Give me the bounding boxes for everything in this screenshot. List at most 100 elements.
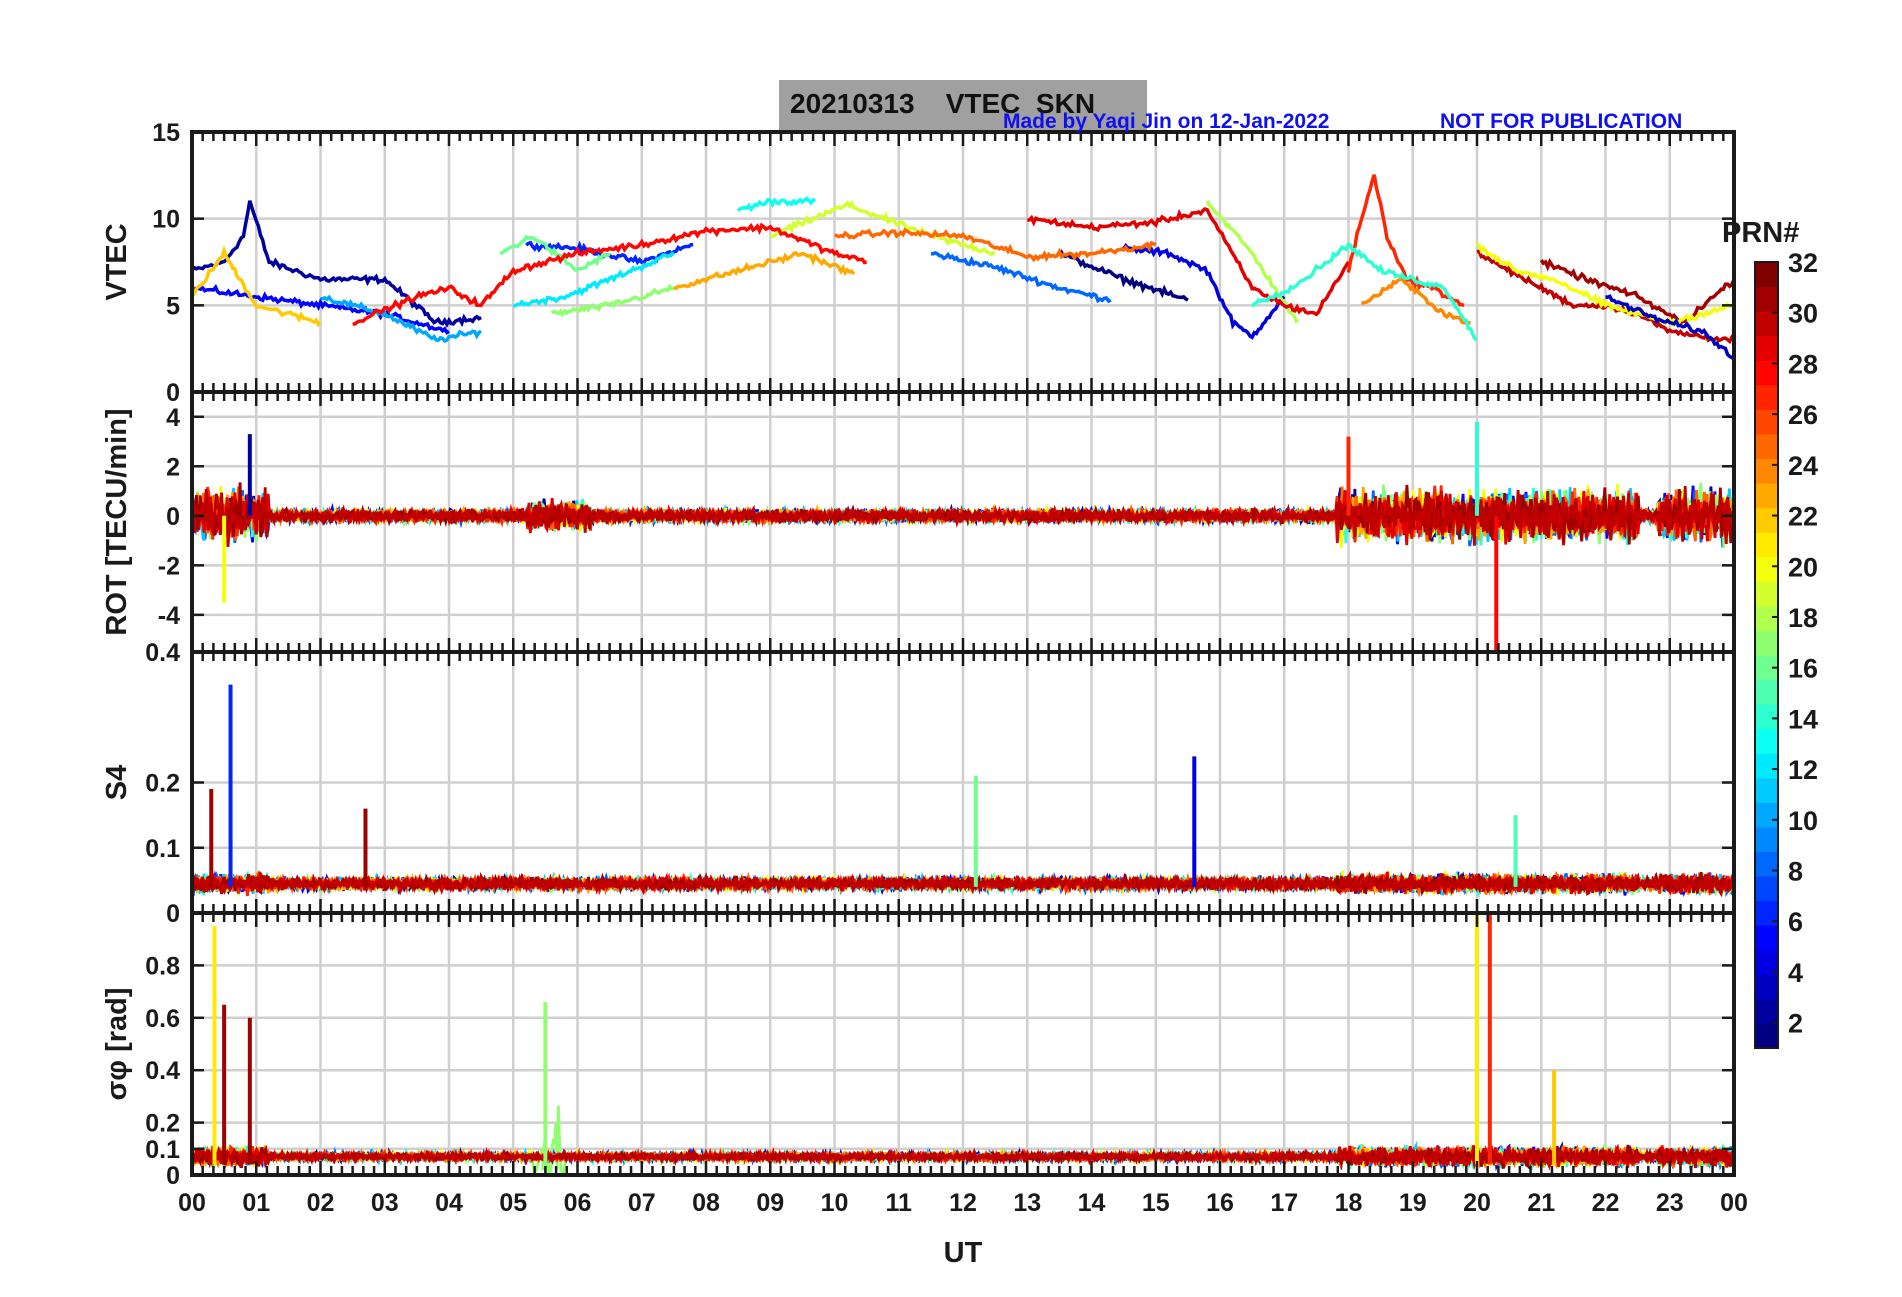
y-axis-label: VTEC [101, 223, 133, 300]
x-tick-label: 02 [307, 1189, 335, 1217]
colorbar-tick-label: 4 [1788, 958, 1803, 988]
y-tick-label: 4 [166, 404, 180, 432]
colorbar-swatch [1755, 974, 1778, 1000]
y-tick-label: 15 [152, 119, 180, 147]
colorbar-swatch [1755, 704, 1778, 730]
colorbar-swatch [1755, 458, 1778, 484]
x-tick-label: 00 [178, 1189, 206, 1217]
colorbar-tick-label: 30 [1788, 299, 1818, 329]
x-tick-label: 10 [821, 1189, 849, 1217]
colorbar-swatch [1755, 483, 1778, 509]
x-tick-label: 22 [1592, 1189, 1620, 1217]
colorbar-swatch [1755, 777, 1778, 803]
plot-canvas: 051015VTEC-4-2024ROT [TECU/min]00.10.20.… [101, 119, 1818, 1269]
y-tick-label: 0.6 [145, 1005, 180, 1033]
x-tick-label: 07 [628, 1189, 656, 1217]
colorbar: 2468101214161820222426283032PRN# [1722, 217, 1818, 1049]
y-tick-label: -2 [158, 552, 180, 580]
x-tick-label: 20 [1463, 1189, 1491, 1217]
credit-text: Made by Yaqi Jin on 12-Jan-2022 [1003, 110, 1330, 133]
colorbar-swatch [1755, 728, 1778, 754]
y-tick-label: 0.8 [145, 952, 180, 980]
colorbar-swatch [1755, 605, 1778, 631]
y-tick-label: 0 [166, 503, 180, 531]
colorbar-swatch [1755, 1023, 1778, 1049]
x-axis-label: UT [944, 1237, 983, 1269]
colorbar-tick-label: 2 [1788, 1009, 1803, 1039]
x-tick-label: 01 [242, 1189, 270, 1217]
x-tick-label: 06 [564, 1189, 592, 1217]
colorbar-swatch [1755, 826, 1778, 852]
y-axis-label: ROT [TECU/min] [101, 408, 133, 635]
y-tick-label: 10 [152, 206, 180, 234]
colorbar-tick-label: 20 [1788, 552, 1818, 582]
x-tick-label: 05 [499, 1189, 527, 1217]
y-tick-label: 0.4 [145, 1057, 180, 1085]
x-tick-label: 16 [1206, 1189, 1234, 1217]
x-tick-label: 19 [1399, 1189, 1427, 1217]
colorbar-swatch [1755, 876, 1778, 902]
colorbar-swatch [1755, 679, 1778, 705]
colorbar-swatch [1755, 507, 1778, 533]
y-axis-label: σφ [rad] [101, 987, 133, 1100]
colorbar-swatch [1755, 286, 1778, 312]
colorbar-swatch [1755, 556, 1778, 582]
panel-rot: -4 -2 0 2 4 ROT [TECU/min] [101, 390, 1736, 654]
y-axis-label: S4 [101, 765, 133, 800]
colorbar-tick-label: 10 [1788, 806, 1818, 836]
colorbar-swatch [1755, 851, 1778, 877]
panel-sigma: 00.10.2 0.4 0.6 0.8 σφ [rad] [101, 911, 1736, 1190]
colorbar-tick-label: 14 [1788, 704, 1818, 734]
x-tick-labels: 00 01 02 03 04 05 06 07 08 09 10 11 12 13 14 15 16 17 18 19… [178, 1189, 1748, 1217]
colorbar-swatch [1755, 925, 1778, 951]
x-tick-label: 03 [371, 1189, 399, 1217]
panel-s4: 0 0.1 0.2 0.4 S4 [101, 639, 1736, 928]
colorbar-tick-label: 22 [1788, 502, 1818, 532]
x-tick-label: 14 [1078, 1189, 1106, 1217]
y-tick-label: 5 [166, 292, 180, 320]
colorbar-tick-label: 8 [1788, 857, 1803, 887]
colorbar-tick-label: 16 [1788, 654, 1818, 684]
colorbar-swatch [1755, 384, 1778, 410]
x-tick-label: 17 [1270, 1189, 1298, 1217]
x-tick-label: 04 [435, 1189, 463, 1217]
colorbar-swatch [1755, 753, 1778, 779]
colorbar-tick-label: 28 [1788, 349, 1818, 379]
y-tick-label: 0.2 [145, 1110, 180, 1138]
colorbar-swatch [1755, 630, 1778, 656]
colorbar-swatch [1755, 802, 1778, 828]
colorbar-swatch [1755, 335, 1778, 361]
y-tick-label: 0.4 [145, 639, 180, 667]
x-tick-label: 15 [1142, 1189, 1170, 1217]
colorbar-swatch [1755, 311, 1778, 337]
x-tick-label: 08 [692, 1189, 720, 1217]
x-tick-label: 23 [1656, 1189, 1684, 1217]
x-tick-label: 00 [1720, 1189, 1748, 1217]
figure: 0 5 10 15 VTEC -4 -2 0 2 4 ROT [TECU/min] 0 0.1 0.2 0.… [0, 0, 1902, 1292]
y-tick-label: -4 [158, 602, 180, 630]
x-tick-label: 11 [886, 1189, 913, 1217]
x-tick-label: 18 [1335, 1189, 1363, 1217]
colorbar-tick-label: 26 [1788, 400, 1818, 430]
panel-vtec: 051015VTEC [101, 119, 1736, 407]
colorbar-swatch [1755, 581, 1778, 607]
x-tick-label: 21 [1527, 1189, 1555, 1217]
colorbar-tick-label: 32 [1788, 248, 1818, 278]
x-tick-label: 09 [756, 1189, 784, 1217]
x-tick-label: 12 [949, 1189, 977, 1217]
y-tick-label: 0 [166, 1162, 180, 1190]
colorbar-tick-label: 12 [1788, 755, 1818, 785]
y-tick-label: 0.1 [145, 1136, 180, 1164]
colorbar-swatch [1755, 532, 1778, 558]
y-tick-label: 0 [166, 900, 180, 928]
x-tick-label: 13 [1013, 1189, 1041, 1217]
y-tick-label: 0.2 [145, 770, 180, 798]
colorbar-tick-label: 24 [1788, 451, 1818, 481]
y-tick-label: 2 [166, 453, 180, 481]
notice-text: NOT FOR PUBLICATION [1440, 110, 1683, 133]
colorbar-swatch [1755, 433, 1778, 459]
colorbar-swatch [1755, 262, 1778, 288]
y-tick-label: 0.1 [145, 835, 180, 863]
colorbar-swatch [1755, 998, 1778, 1024]
colorbar-label: PRN# [1722, 217, 1799, 249]
